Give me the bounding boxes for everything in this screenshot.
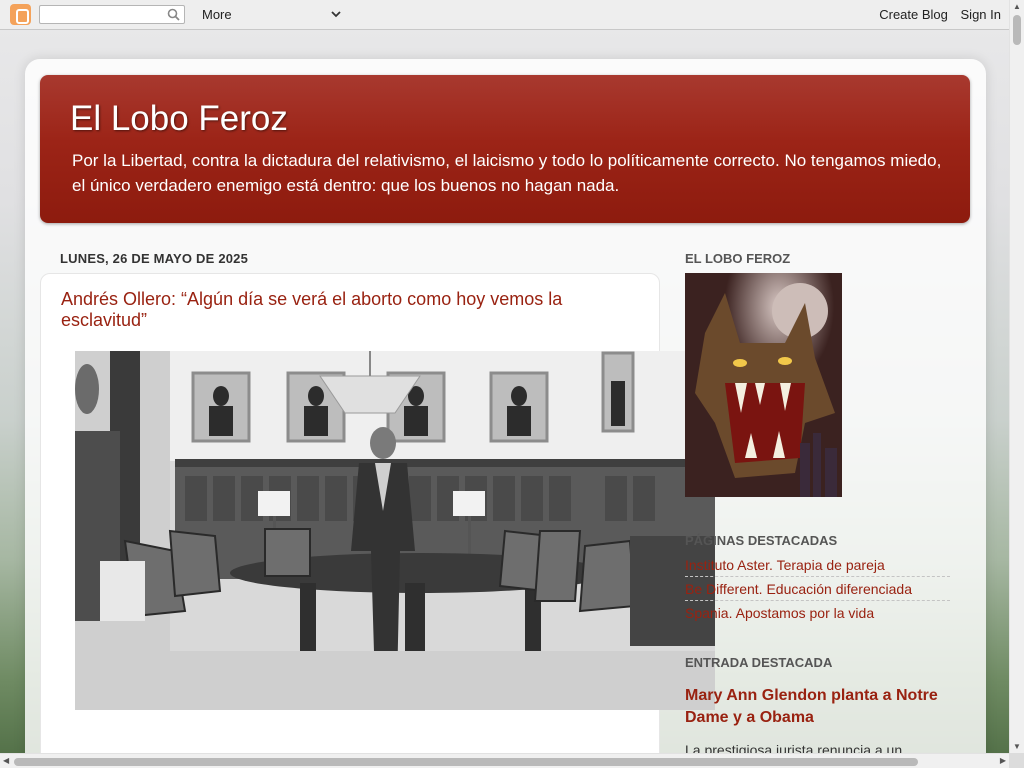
navbar-account-links: Create Blog Sign In — [870, 7, 1001, 22]
search-input[interactable] — [39, 5, 185, 24]
wolf-image[interactable] — [685, 273, 842, 497]
sidebar-pages-heading: PÁGINAS DESTACADAS — [685, 533, 838, 548]
date-header: LUNES, 26 DE MAYO DE 2025 — [60, 251, 249, 266]
scroll-up-icon[interactable]: ▲ — [1013, 2, 1021, 11]
sign-in-link[interactable]: Sign In — [961, 7, 1001, 22]
blogger-logo-icon[interactable] — [10, 4, 31, 25]
horizontal-scroll-thumb[interactable] — [14, 758, 918, 766]
page-link-aster[interactable]: Instituto Aster. Terapia de pareja — [685, 553, 950, 577]
scroll-down-icon[interactable]: ▼ — [1013, 742, 1021, 751]
vertical-scrollbar[interactable]: ▲ ▼ — [1009, 0, 1024, 753]
blog-description: Por la Libertad, contra la dictadura del… — [72, 151, 942, 195]
more-menu-label[interactable]: More — [202, 7, 232, 22]
post-image[interactable] — [75, 351, 715, 710]
scroll-left-icon[interactable]: ◀ — [3, 756, 9, 765]
create-blog-link[interactable]: Create Blog — [879, 7, 948, 22]
blog-title[interactable]: El Lobo Feroz — [70, 99, 288, 139]
office-photo — [75, 351, 715, 710]
page-link-spania[interactable]: Spania. Apostamos por la vida — [685, 601, 950, 625]
horizontal-scrollbar[interactable]: ◀ ▶ — [0, 753, 1009, 768]
wolf-illustration — [685, 273, 842, 497]
post-title[interactable]: Andrés Ollero: “Algún día se verá el abo… — [61, 289, 621, 331]
featured-post-title[interactable]: Mary Ann Glendon planta a Notre Dame y a… — [685, 685, 950, 729]
search-icon[interactable] — [167, 8, 180, 21]
scrollbar-corner — [1009, 753, 1024, 768]
chevron-down-icon[interactable] — [330, 8, 342, 20]
blogger-navbar: More Create Blog Sign In — [0, 0, 1024, 30]
vertical-scroll-thumb[interactable] — [1013, 15, 1021, 45]
sidebar-featured-heading: ENTRADA DESTACADA — [685, 655, 833, 670]
page-link-be-different[interactable]: Be Different. Educación diferenciada — [685, 577, 950, 601]
blog-header: El Lobo Feroz Por la Libertad, contra la… — [40, 75, 970, 223]
featured-pages-list: Instituto Aster. Terapia de pareja Be Di… — [685, 553, 950, 625]
sidebar-profile-heading: EL LOBO FEROZ — [685, 251, 791, 266]
scroll-right-icon[interactable]: ▶ — [1000, 756, 1006, 765]
